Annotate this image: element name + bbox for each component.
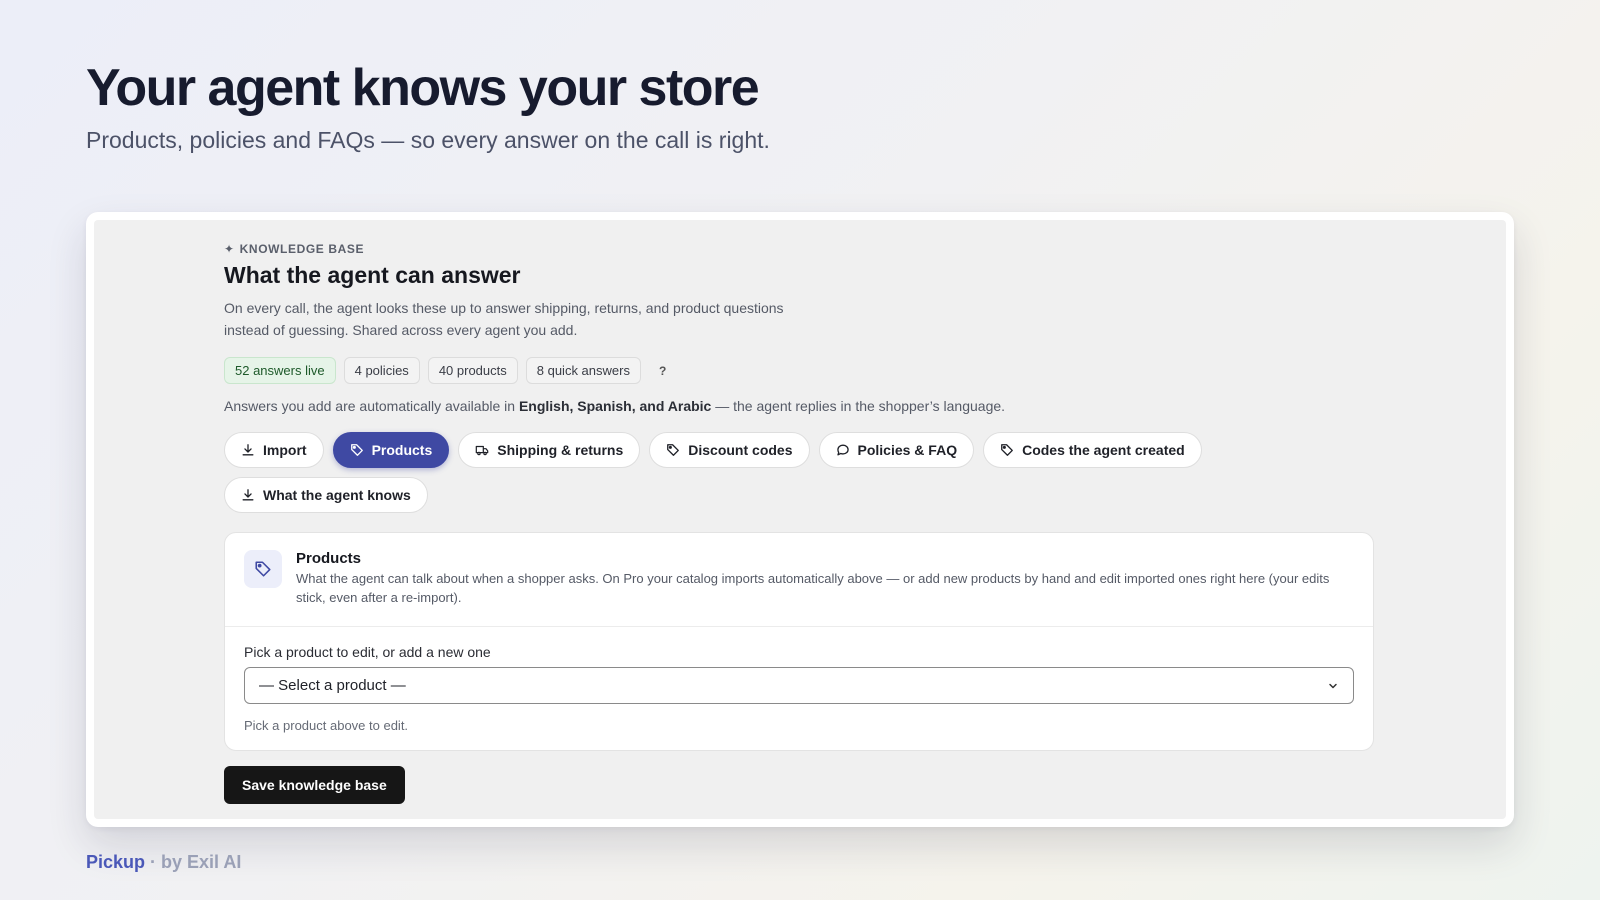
products-card-description: What the agent can talk about when a sho… xyxy=(296,571,1330,605)
eyebrow: ✦ KNOWLEDGE BASE xyxy=(224,242,1374,256)
tag-icon xyxy=(350,444,363,456)
product-select[interactable]: — Select a product — xyxy=(244,667,1354,704)
download-icon xyxy=(242,444,254,456)
policies-count-badge: 4 policies xyxy=(343,357,420,384)
tag-icon xyxy=(667,444,680,456)
tab-agent-codes[interactable]: Codes the agent created xyxy=(983,432,1202,468)
products-count-badge: 40 products xyxy=(427,357,518,384)
answers-live-badge: 52 answers live xyxy=(224,357,336,384)
tab-discounts-label: Discount codes xyxy=(688,442,793,458)
language-list: English, Spanish, and Arabic xyxy=(518,398,712,414)
tab-policies-faq[interactable]: Policies & FAQ xyxy=(818,432,975,468)
hero-title: Your agent knows your store xyxy=(86,59,760,117)
tab-codes-label: Codes the agent created xyxy=(1022,442,1185,458)
products-card-body: Pick a product to edit, or add a new one… xyxy=(225,627,1373,750)
brand-name[interactable]: Pickup xyxy=(86,852,145,872)
help-icon[interactable]: ? xyxy=(649,364,676,378)
tab-what-agent-knows[interactable]: What the agent knows xyxy=(224,477,428,513)
tab-knows-label: What the agent knows xyxy=(263,487,411,503)
brand-byline: · by Exil AI xyxy=(145,852,242,872)
tab-import-label: Import xyxy=(263,442,307,458)
stats-row: 52 answers live 4 policies 40 products 8… xyxy=(224,357,1374,384)
hero-subtitle: Products, policies and FAQs — so every a… xyxy=(86,127,770,153)
chat-bubble-icon xyxy=(836,444,849,456)
tab-shipping-label: Shipping & returns xyxy=(497,442,624,458)
footer-brand: Pickup · by Exil AI xyxy=(86,852,241,873)
sparkle-icon: ✦ xyxy=(224,242,235,256)
section-title: What the agent can answer xyxy=(224,262,521,288)
tag-icon xyxy=(255,561,271,577)
knowledge-base-panel: ✦ KNOWLEDGE BASE What the agent can answ… xyxy=(94,220,1506,819)
tab-discount-codes[interactable]: Discount codes xyxy=(649,432,810,468)
knowledge-base-content: ✦ KNOWLEDGE BASE What the agent can answ… xyxy=(224,242,1374,804)
download-icon xyxy=(242,489,254,501)
chevron-down-icon xyxy=(1329,683,1337,688)
tab-products-label: Products xyxy=(371,442,433,458)
section-description: On every call, the agent looks these up … xyxy=(224,300,784,338)
products-card-header: Products What the agent can talk about w… xyxy=(225,533,1373,627)
truck-icon xyxy=(475,445,489,456)
products-card-icon xyxy=(244,550,282,588)
products-card-text: Products What the agent can talk about w… xyxy=(296,550,1354,607)
language-note-prefix: Answers you add are automatically availa… xyxy=(224,398,519,414)
product-select-value: — Select a product — xyxy=(259,677,406,694)
tab-products[interactable]: Products xyxy=(332,432,450,468)
product-select-label: Pick a product to edit, or add a new one xyxy=(244,644,491,660)
language-note-suffix: — the agent replies in the shopper’s lan… xyxy=(711,398,1006,414)
tab-policies-label: Policies & FAQ xyxy=(857,442,958,458)
product-select-hint: Pick a product above to edit. xyxy=(244,718,409,733)
tag-icon xyxy=(1001,444,1013,456)
language-note: Answers you add are automatically availa… xyxy=(224,398,1374,414)
save-knowledge-base-button[interactable]: Save knowledge base xyxy=(224,766,405,804)
app-frame: ✦ KNOWLEDGE BASE What the agent can answ… xyxy=(86,212,1514,827)
products-card-title: Products xyxy=(296,550,362,567)
eyebrow-label: KNOWLEDGE BASE xyxy=(239,242,365,256)
quick-answers-badge: 8 quick answers xyxy=(525,357,641,384)
tab-shipping-returns[interactable]: Shipping & returns xyxy=(458,432,641,468)
tab-import[interactable]: Import xyxy=(224,432,324,468)
tab-bar: Import Products Shipping & returns Disco… xyxy=(224,432,1224,513)
products-card: Products What the agent can talk about w… xyxy=(224,532,1374,751)
